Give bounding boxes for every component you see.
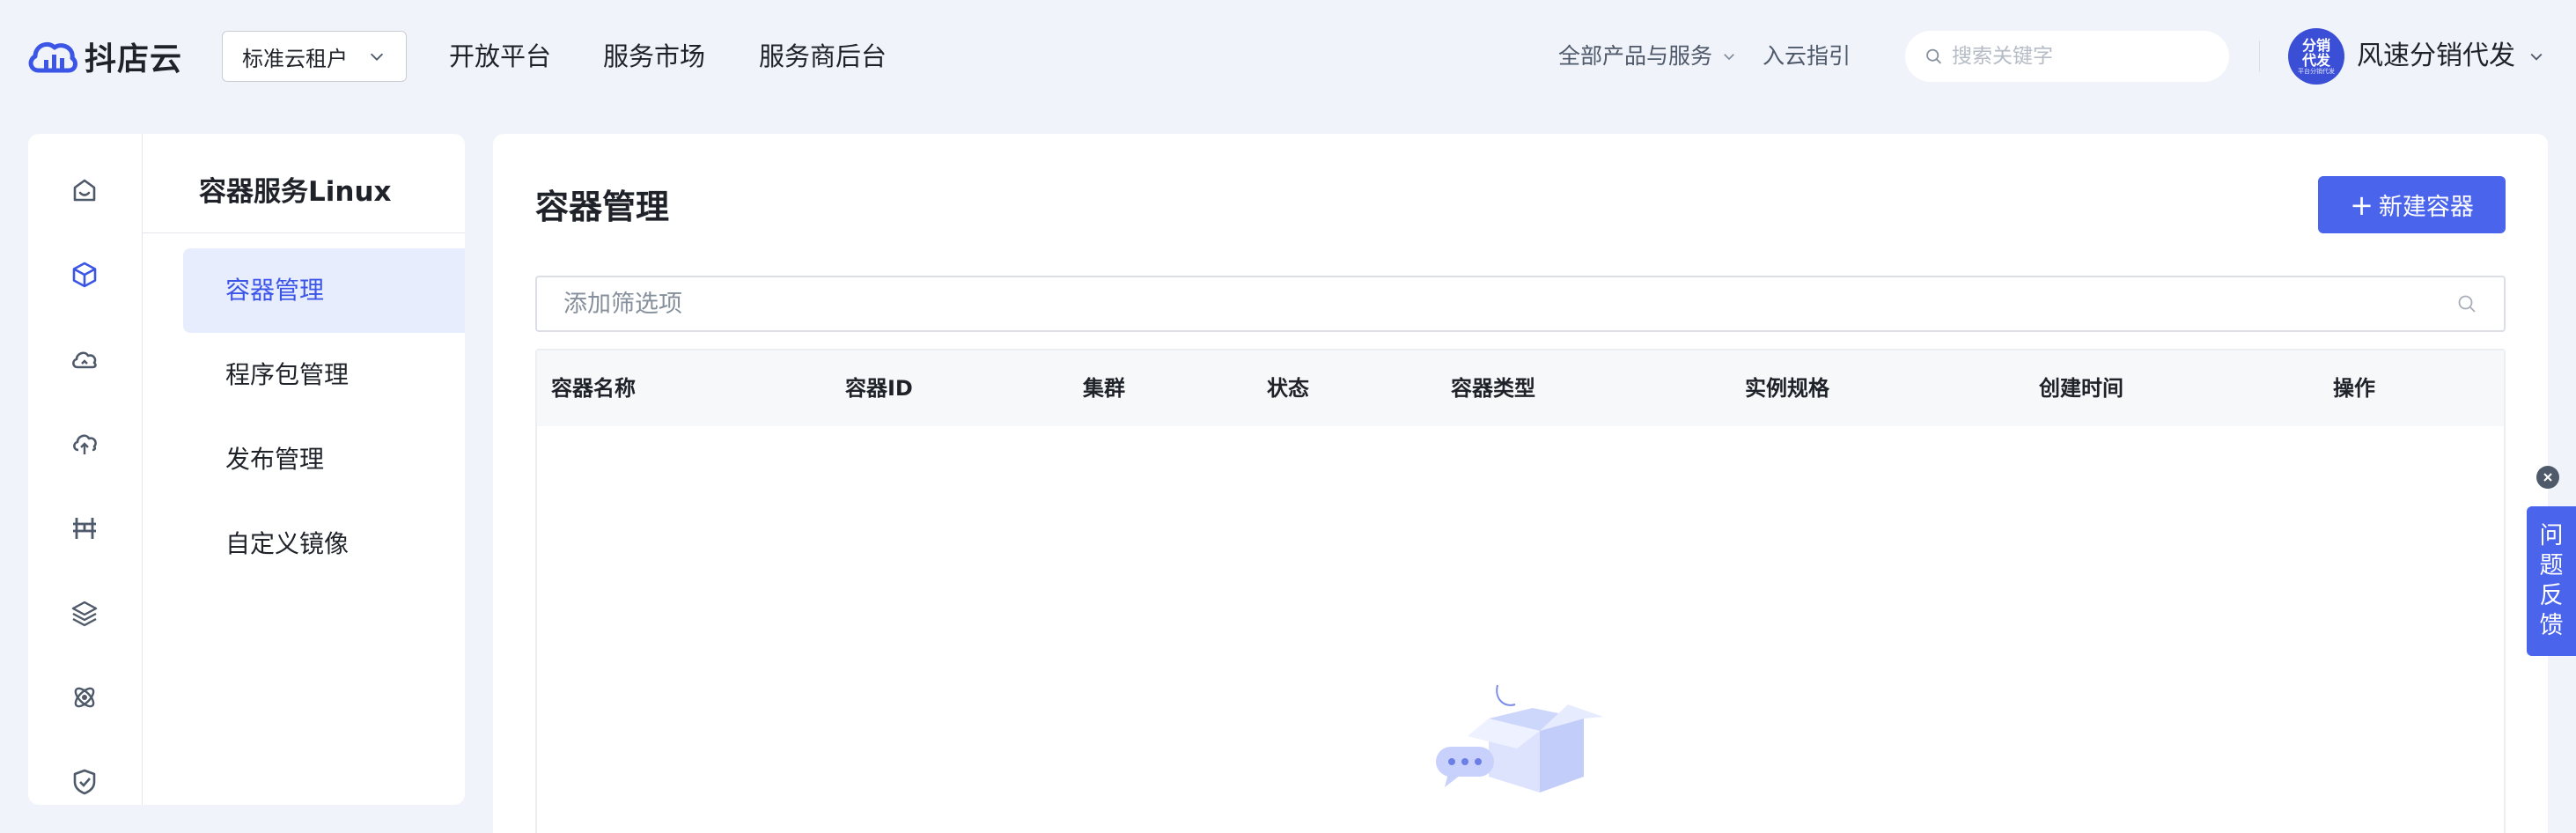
- nav-service-market[interactable]: 服务市场: [603, 37, 705, 76]
- new-container-button[interactable]: + 新建容器: [2318, 176, 2506, 233]
- rail-container[interactable]: [67, 257, 102, 292]
- tenant-select-value: 标准云租户: [242, 46, 348, 71]
- nav-open-platform[interactable]: 开放平台: [449, 37, 551, 76]
- column-header-id: 容器ID: [845, 376, 913, 401]
- feedback-char: 问: [2539, 522, 2564, 549]
- empty-box-illustration: [1436, 684, 1603, 792]
- table-header: 容器名称 容器ID 集群 状态 容器类型 实例规格 创建时间 操作: [537, 350, 2504, 426]
- shield-check-icon: [73, 769, 96, 795]
- new-container-label: 新建容器: [2378, 194, 2474, 221]
- feedback-char: 反: [2539, 582, 2564, 609]
- brand-name: 抖店云: [85, 41, 183, 77]
- menu-item-custom-image[interactable]: 自定义镜像: [183, 502, 465, 586]
- chevron-down-icon: [2530, 53, 2543, 61]
- header-divider: [2259, 41, 2260, 72]
- all-products-label: 全部产品与服务: [1558, 43, 1713, 69]
- main-card: 容器管理 + 新建容器 容器名称 容器ID 集群 状态 容器类型 实例规格 创建…: [493, 134, 2548, 833]
- filter-input[interactable]: [563, 290, 2456, 318]
- side-menu-divider: [143, 232, 465, 233]
- brand-logo[interactable]: 抖店云: [26, 32, 182, 81]
- search-icon: [1926, 48, 1941, 64]
- orbit-icon: [74, 687, 95, 708]
- column-header-created: 创建时间: [2039, 376, 2123, 401]
- icon-rail: [28, 134, 143, 805]
- avatar-line1: 分销: [2301, 37, 2330, 54]
- menu-item-container-management[interactable]: 容器管理: [183, 248, 465, 333]
- filter-bar[interactable]: [535, 276, 2506, 332]
- left-panel: 容器服务Linux 容器管理 程序包管理 发布管理 自定义镜像: [28, 134, 465, 805]
- cloud-upload-icon: [73, 434, 97, 454]
- side-menu-title: 容器服务Linux: [199, 176, 392, 208]
- rail-cloud-upload[interactable]: [67, 426, 102, 461]
- avatar-line2: 代发: [2301, 52, 2330, 69]
- side-menu: 容器服务Linux 容器管理 程序包管理 发布管理 自定义镜像: [143, 134, 465, 805]
- user-menu[interactable]: 风速分销代发: [2357, 37, 2545, 76]
- rail-gateway[interactable]: [67, 511, 102, 546]
- global-search[interactable]: [1905, 31, 2229, 82]
- user-name: 风速分销代发: [2357, 41, 2515, 71]
- rail-layers[interactable]: [67, 595, 102, 630]
- home-icon: [73, 179, 96, 202]
- chevron-down-icon: [370, 53, 384, 61]
- column-header-spec: 实例规格: [1745, 376, 1829, 401]
- gate-icon: [73, 518, 96, 539]
- chevron-down-icon: [1724, 54, 1734, 61]
- page-title: 容器管理: [535, 188, 670, 226]
- column-header-type: 容器类型: [1451, 376, 1535, 401]
- search-icon[interactable]: [2456, 293, 2477, 314]
- rail-orbit[interactable]: [67, 680, 102, 715]
- feedback-char: 题: [2539, 552, 2564, 579]
- nav-provider-console[interactable]: 服务商后台: [759, 37, 887, 76]
- cloud-guide-link[interactable]: 入云指引: [1763, 41, 1851, 72]
- feedback-char: 馈: [2539, 612, 2564, 639]
- global-search-input[interactable]: [1952, 45, 2210, 68]
- rail-security[interactable]: [67, 764, 102, 800]
- column-header-actions: 操作: [2333, 376, 2375, 401]
- cloud-chart-logo-icon: [28, 41, 77, 73]
- plus-icon: +: [2350, 188, 2374, 222]
- tenant-select[interactable]: 标准云租户: [222, 31, 407, 82]
- close-icon: [2543, 473, 2552, 482]
- layers-icon: [71, 601, 98, 627]
- rail-cloud[interactable]: [67, 342, 102, 377]
- column-header-cluster: 集群: [1083, 376, 1125, 401]
- menu-item-release-management[interactable]: 发布管理: [183, 417, 465, 502]
- menu-item-package-management[interactable]: 程序包管理: [183, 333, 465, 417]
- cube-icon: [72, 262, 97, 288]
- feedback-close-button[interactable]: [2536, 466, 2559, 489]
- avatar-small-text: 平台分销代发: [2298, 68, 2335, 75]
- column-header-name: 容器名称: [551, 376, 636, 401]
- cloud-icon: [72, 351, 97, 369]
- rail-home[interactable]: [67, 173, 102, 208]
- all-products-menu[interactable]: 全部产品与服务: [1558, 41, 1737, 72]
- avatar[interactable]: 分销 代发 平台分销代发: [2288, 28, 2344, 85]
- feedback-tab[interactable]: 问 题 反 馈: [2527, 506, 2576, 656]
- top-header: 抖店云 标准云租户 开放平台 服务市场 服务商后台 全部产品与服务 入云指引 分…: [0, 0, 2576, 113]
- column-header-status: 状态: [1267, 376, 1309, 401]
